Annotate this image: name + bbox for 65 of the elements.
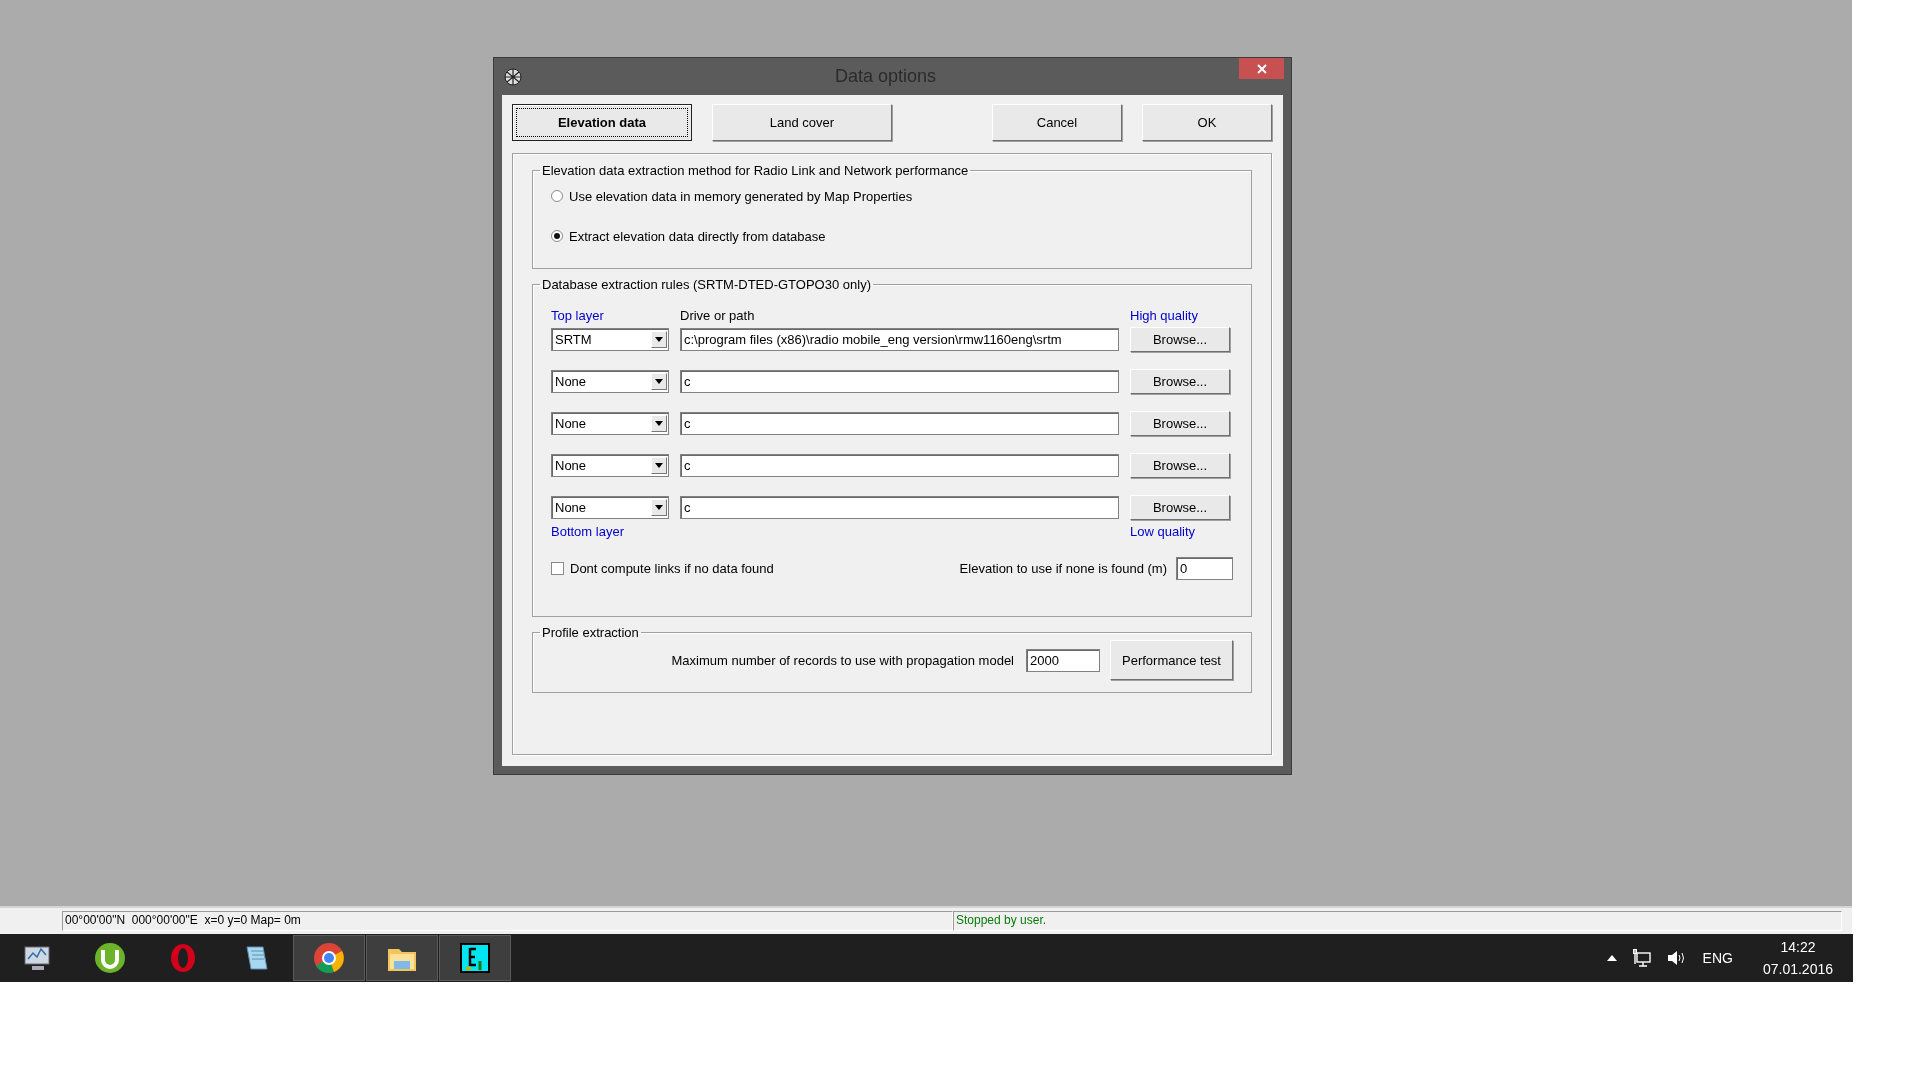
- clock-time[interactable]: 14:22: [1780, 936, 1816, 958]
- app-window-icon: [458, 941, 492, 975]
- radio-label: Use elevation data in memory generated by Map Properties: [569, 188, 913, 204]
- caret-icon: [655, 421, 663, 426]
- speaker-icon: [1666, 950, 1685, 966]
- browse-button[interactable]: Browse...: [1130, 369, 1230, 394]
- layer-dropdown[interactable]: None: [551, 412, 669, 435]
- path-field[interactable]: c: [680, 370, 1119, 393]
- layer-dropdown[interactable]: None: [551, 370, 669, 393]
- clock-date[interactable]: 07.01.2016: [1762, 958, 1833, 980]
- checkbox[interactable]: [551, 562, 564, 575]
- layer-dropdown[interactable]: None: [551, 496, 669, 519]
- browse-button[interactable]: Browse...: [1130, 495, 1230, 520]
- browser-logo-icon: [312, 941, 346, 975]
- coordinates-text: 00°00'00"N 000°00'00"E x=0 y=0 Map= 0m: [62, 911, 953, 931]
- dropdown-value: SRTM: [555, 332, 592, 347]
- performance-test-button[interactable]: Performance test: [1110, 640, 1233, 680]
- column-label: Top layer: [551, 308, 605, 323]
- language-indicator[interactable]: ENG: [1702, 950, 1733, 966]
- taskbar-app[interactable]: [439, 935, 511, 981]
- browse-button[interactable]: Browse...: [1130, 327, 1230, 352]
- status-message: Stopped by user.: [953, 911, 1842, 931]
- tab-button[interactable]: Elevation data: [512, 104, 692, 141]
- dropdown-value: None: [555, 500, 587, 515]
- dropdown-value: None: [555, 458, 587, 473]
- taskbar-app[interactable]: [366, 935, 438, 981]
- caret-icon: [655, 463, 663, 468]
- column-label: Low quality: [1130, 524, 1197, 539]
- radio-label: Extract elevation data directly from database: [569, 228, 826, 244]
- field-label: Maximum number of records to use with propagation model: [671, 652, 1014, 668]
- layer-dropdown[interactable]: SRTM: [551, 328, 669, 351]
- app-icon: [504, 67, 522, 86]
- close-button[interactable]: [1239, 58, 1284, 79]
- dropdown-value: None: [555, 416, 587, 431]
- elevation-field[interactable]: 0: [1176, 557, 1233, 580]
- path-field[interactable]: c:\program files (x86)\radio mobile_eng version\rmw1160eng\srtm: [680, 328, 1119, 351]
- path-field[interactable]: c: [680, 412, 1119, 435]
- taskbar-app[interactable]: [293, 935, 365, 981]
- torrent-logo-icon: [93, 941, 127, 975]
- browse-button[interactable]: Browse...: [1130, 411, 1230, 436]
- group-title: Elevation data extraction method for Radio Link and Network performance: [541, 163, 970, 178]
- chevron-up-icon: [1606, 955, 1617, 961]
- path-field[interactable]: c: [680, 454, 1119, 477]
- close-icon: [1256, 63, 1267, 74]
- field-label: Elevation to use if none is found (m): [959, 561, 1167, 576]
- dialog-button[interactable]: OK: [1142, 104, 1272, 141]
- radio-button[interactable]: [551, 190, 563, 202]
- group-title: Database extraction rules (SRTM-DTED-GTOPO30 only): [541, 277, 872, 292]
- radio-button[interactable]: [551, 230, 563, 242]
- caret-icon: [655, 379, 663, 384]
- layer-dropdown[interactable]: None: [551, 454, 669, 477]
- caret-icon: [655, 337, 663, 342]
- records-field[interactable]: 2000: [1026, 648, 1100, 672]
- network-icon: [1632, 949, 1651, 967]
- dialog-button[interactable]: Cancel: [992, 104, 1122, 141]
- tab-button[interactable]: Land cover: [712, 104, 892, 141]
- column-label: High quality: [1130, 308, 1199, 323]
- checkbox-label: Dont compute links if no data found: [570, 561, 774, 576]
- browse-button[interactable]: Browse...: [1130, 453, 1230, 478]
- group-title: Profile extraction: [541, 625, 640, 640]
- caret-icon: [655, 505, 663, 510]
- dropdown-value: None: [555, 374, 587, 389]
- path-field[interactable]: c: [680, 496, 1119, 519]
- column-label: Drive or path: [680, 308, 756, 323]
- column-label: Bottom layer: [551, 524, 625, 539]
